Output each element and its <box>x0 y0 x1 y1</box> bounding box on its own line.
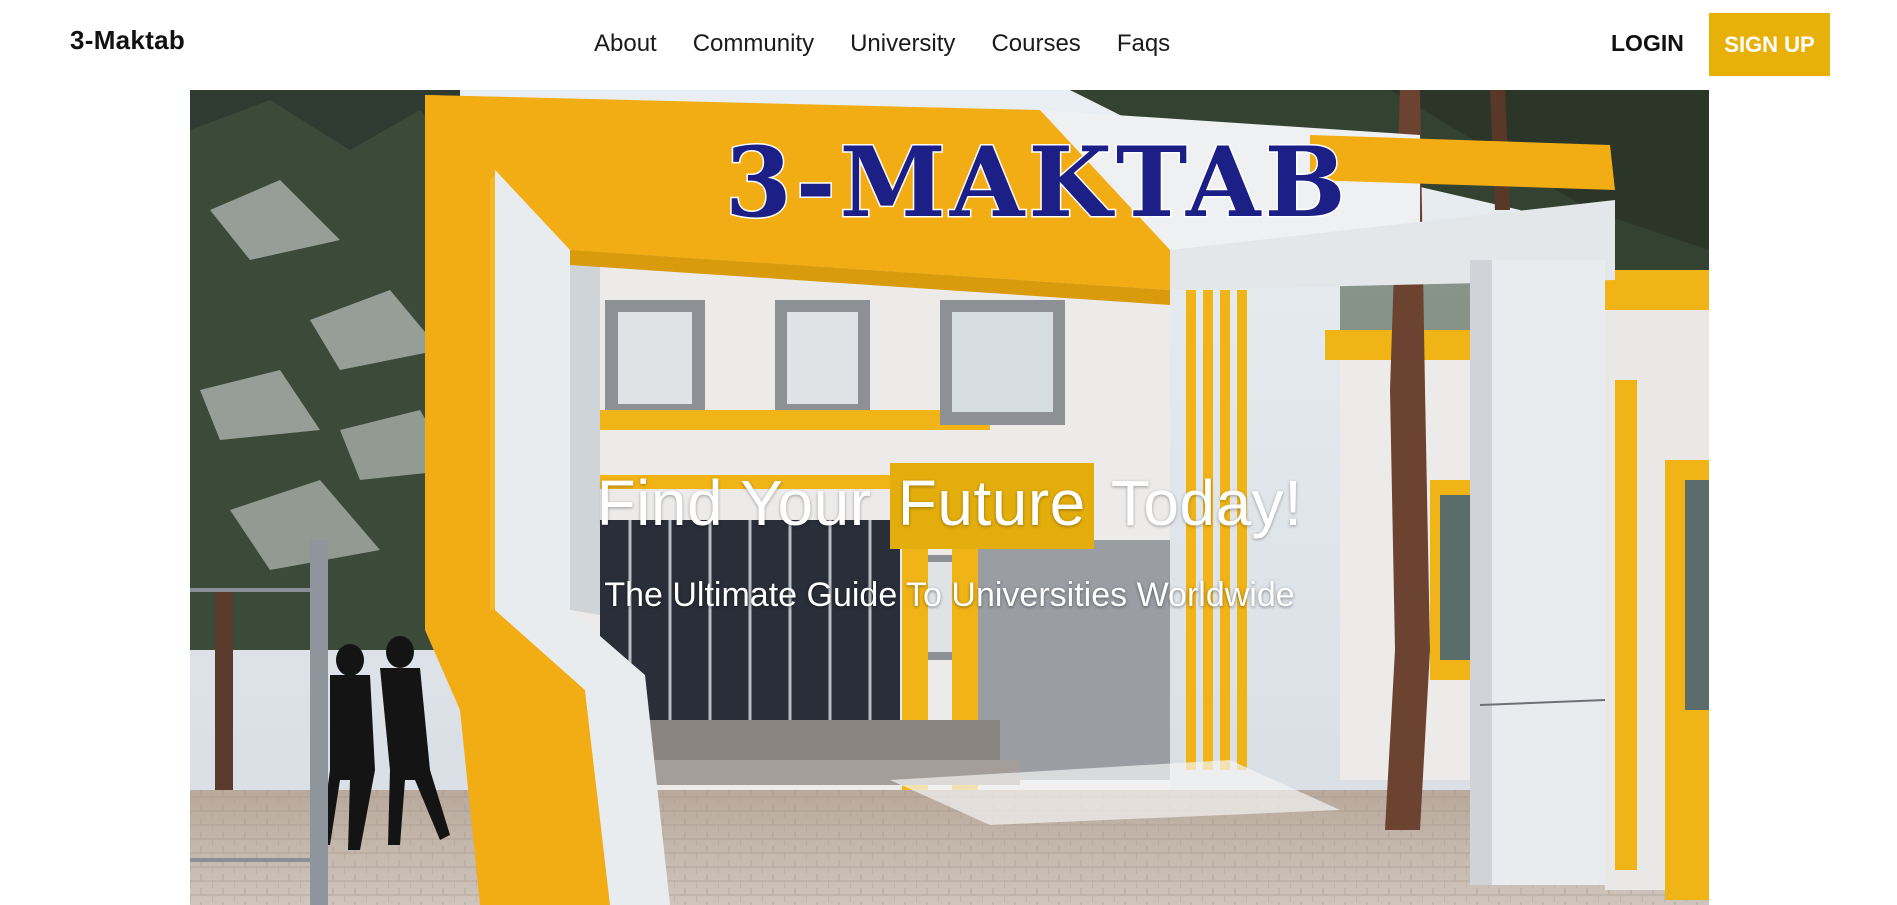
nav-link-university[interactable]: University <box>850 30 955 58</box>
hero-banner: 3-MAKTAB Find Your Future Today! The Ult… <box>190 90 1709 905</box>
brand-logo[interactable]: 3-Maktab <box>70 25 185 56</box>
gate-sign-text: 3-MAKTAB <box>725 126 1350 239</box>
nav-link-about[interactable]: About <box>594 30 657 58</box>
hero-subtitle: The Ultimate Guide To Universities World… <box>604 576 1295 614</box>
hero-title-highlight: Future <box>889 463 1094 549</box>
nav-link-faqs[interactable]: Faqs <box>1117 30 1170 58</box>
signup-button[interactable]: SIGN UP <box>1709 13 1830 76</box>
login-link[interactable]: LOGIN <box>1611 30 1684 57</box>
nav-link-courses[interactable]: Courses <box>991 30 1080 58</box>
hero-title: Find Your Future Today! <box>190 463 1709 549</box>
top-navbar: 3-Maktab About Community University Cour… <box>0 0 1897 90</box>
main-nav: About Community University Courses Faqs <box>594 30 1170 58</box>
hero-title-prefix: Find Your <box>596 467 890 539</box>
nav-link-community[interactable]: Community <box>693 30 814 58</box>
hero-title-suffix: Today! <box>1093 467 1303 539</box>
